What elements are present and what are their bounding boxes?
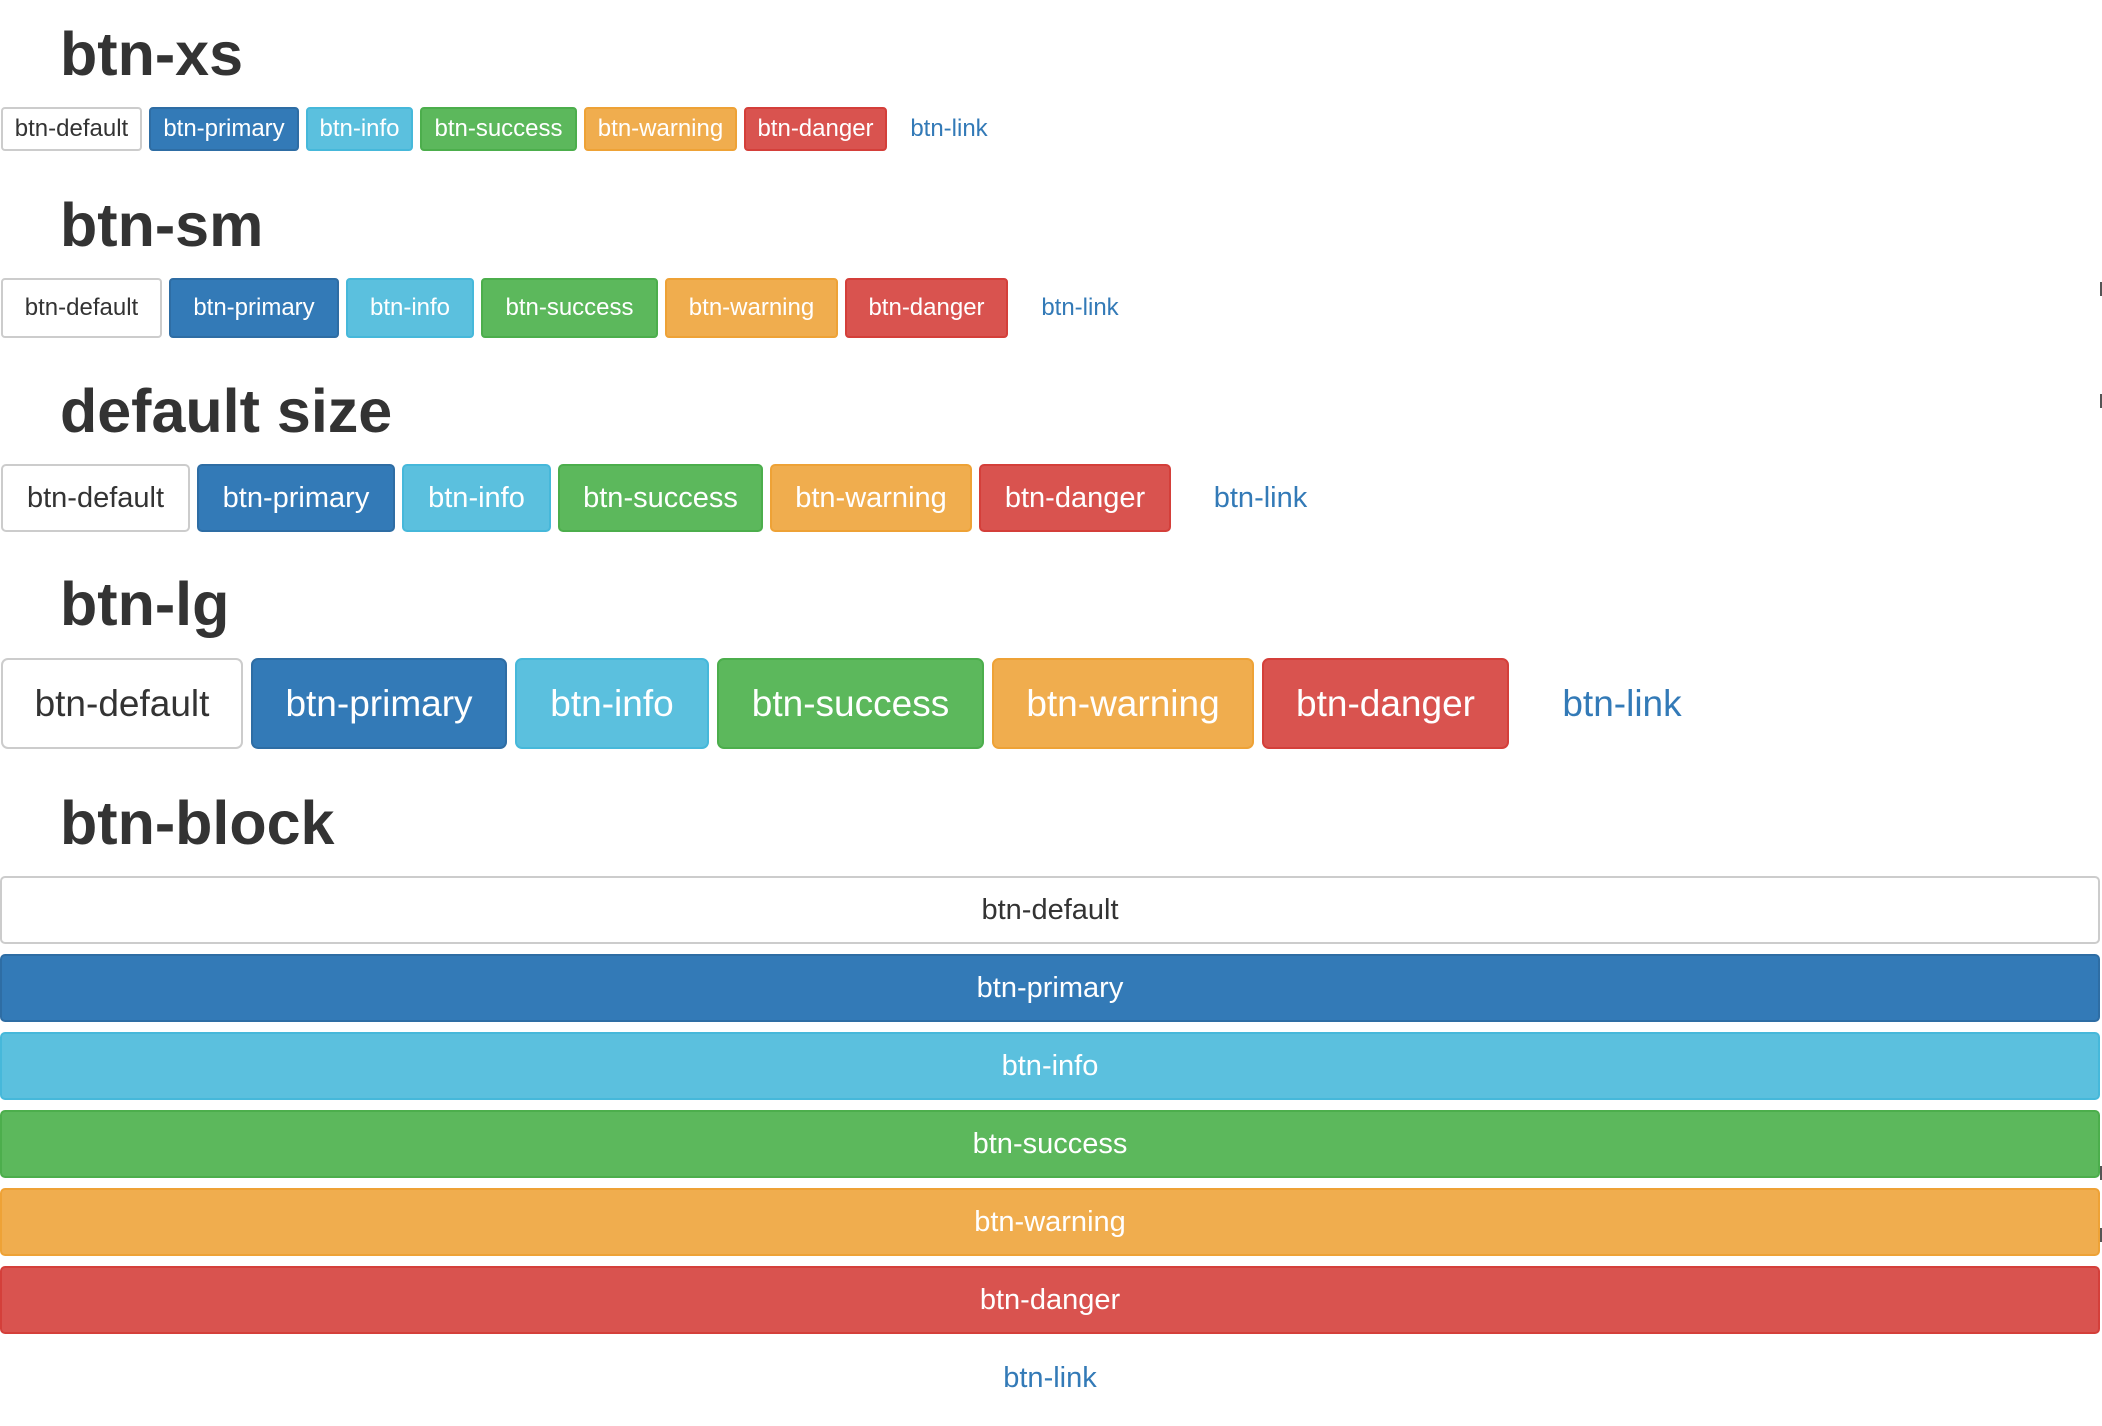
sm-primary-button[interactable]: btn-primary	[169, 278, 339, 338]
xs-primary-button[interactable]: btn-primary	[149, 107, 299, 151]
xs-success-button[interactable]: btn-success	[420, 107, 577, 151]
lg-primary-button[interactable]: btn-primary	[251, 658, 507, 749]
lg-default-button[interactable]: btn-default	[1, 658, 243, 749]
xs-info-button[interactable]: btn-info	[306, 107, 413, 151]
md-info-button[interactable]: btn-info	[402, 464, 551, 532]
md-link-button[interactable]: btn-link	[1178, 464, 1343, 532]
section-heading-xs: btn-xs	[60, 20, 243, 88]
xs-danger-button[interactable]: btn-danger	[744, 107, 887, 151]
button-row-xs: btn-default btn-primary btn-info btn-suc…	[1, 107, 1011, 151]
lg-info-button[interactable]: btn-info	[515, 658, 709, 749]
lg-warning-button[interactable]: btn-warning	[992, 658, 1254, 749]
md-primary-button[interactable]: btn-primary	[197, 464, 395, 532]
xs-default-button[interactable]: btn-default	[1, 107, 142, 151]
md-default-button[interactable]: btn-default	[1, 464, 190, 532]
block-info-button[interactable]: btn-info	[0, 1032, 2100, 1100]
section-heading-lg: btn-lg	[60, 570, 230, 638]
button-showcase-page: btn-xs btn-default btn-primary btn-info …	[0, 0, 2102, 1426]
block-warning-button[interactable]: btn-warning	[0, 1188, 2100, 1256]
sm-info-button[interactable]: btn-info	[346, 278, 474, 338]
lg-link-button[interactable]: btn-link	[1517, 658, 1727, 749]
sm-warning-button[interactable]: btn-warning	[665, 278, 838, 338]
sm-link-button[interactable]: btn-link	[1015, 278, 1145, 338]
section-heading-default-size: default size	[60, 377, 393, 445]
sm-danger-button[interactable]: btn-danger	[845, 278, 1008, 338]
sm-success-button[interactable]: btn-success	[481, 278, 658, 338]
lg-success-button[interactable]: btn-success	[717, 658, 984, 749]
button-row-sm: btn-default btn-primary btn-info btn-suc…	[1, 278, 1152, 338]
block-primary-button[interactable]: btn-primary	[0, 954, 2100, 1022]
block-success-button[interactable]: btn-success	[0, 1110, 2100, 1178]
xs-warning-button[interactable]: btn-warning	[584, 107, 737, 151]
button-stack-block: btn-default btn-primary btn-info btn-suc…	[0, 876, 2100, 1422]
md-warning-button[interactable]: btn-warning	[770, 464, 972, 532]
button-row-default-size: btn-default btn-primary btn-info btn-suc…	[1, 464, 1350, 532]
xs-link-button[interactable]: btn-link	[894, 107, 1004, 151]
block-danger-button[interactable]: btn-danger	[0, 1266, 2100, 1334]
block-default-button[interactable]: btn-default	[0, 876, 2100, 944]
md-success-button[interactable]: btn-success	[558, 464, 763, 532]
section-heading-sm: btn-sm	[60, 191, 264, 259]
section-heading-block: btn-block	[60, 789, 335, 857]
block-link-button[interactable]: btn-link	[0, 1344, 2100, 1412]
md-danger-button[interactable]: btn-danger	[979, 464, 1171, 532]
sm-default-button[interactable]: btn-default	[1, 278, 162, 338]
lg-danger-button[interactable]: btn-danger	[1262, 658, 1509, 749]
button-row-lg: btn-default btn-primary btn-info btn-suc…	[1, 658, 1735, 749]
